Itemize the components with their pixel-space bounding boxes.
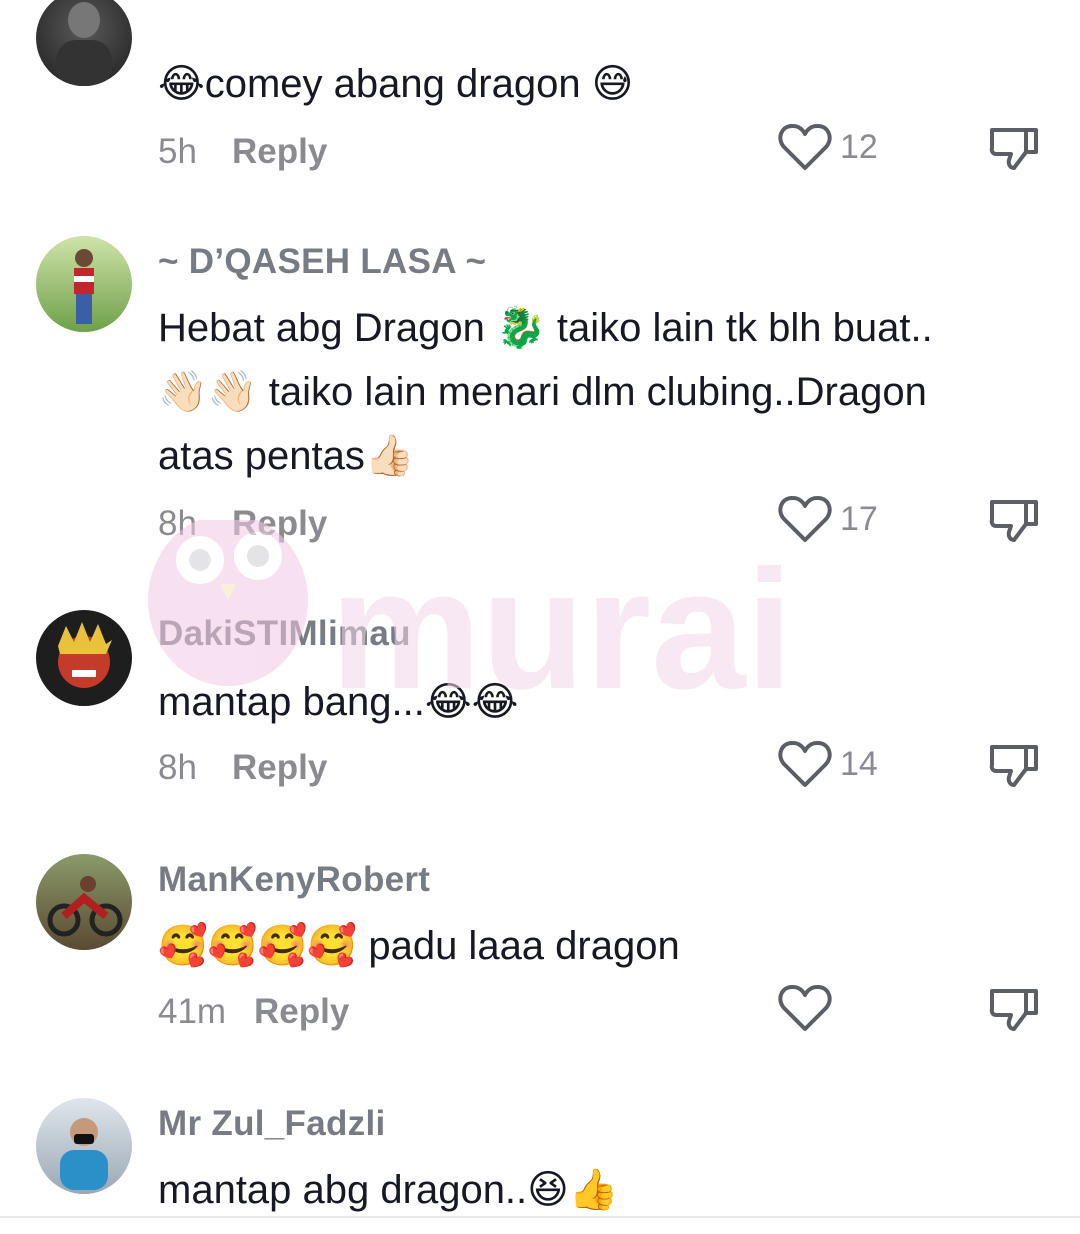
like-button[interactable] — [778, 983, 840, 1033]
like-button[interactable]: 17 — [778, 494, 878, 544]
avatar[interactable] — [36, 854, 132, 950]
divider — [0, 1216, 1080, 1218]
heart-outline-icon — [778, 985, 832, 1031]
comment-text: 😂comey abang dragon 😅 — [158, 62, 634, 106]
avatar-image — [58, 622, 112, 688]
comment-time: 5h — [158, 132, 197, 171]
thumbs-down-outline-icon — [989, 500, 1038, 542]
comment-username[interactable]: Mr Zul_Fadzli — [158, 1104, 386, 1144]
like-count: 12 — [840, 127, 878, 166]
reply-button[interactable]: Reply — [232, 748, 327, 788]
comment-text: Hebat abg Dragon 🐉 taiko lain tk blh bua… — [158, 306, 933, 478]
comment-time: 8h — [158, 504, 197, 543]
comment-username[interactable]: ManKenyRobert — [158, 860, 430, 900]
avatar[interactable] — [36, 236, 132, 332]
heart-outline-icon — [778, 124, 832, 170]
comment-text: mantap abg dragon..😆👍 — [158, 1168, 619, 1212]
dislike-button[interactable] — [988, 741, 1040, 794]
heart-outline-icon — [778, 741, 832, 787]
avatar[interactable] — [36, 1098, 132, 1194]
comment-text: mantap bang...😂😂 — [158, 680, 519, 724]
like-button[interactable]: 14 — [778, 739, 878, 789]
comment-username[interactable]: ~ D’QASEH LASA ~ — [158, 242, 486, 282]
like-count: 14 — [840, 744, 878, 783]
reply-button[interactable]: Reply — [232, 132, 327, 172]
reply-button[interactable]: Reply — [254, 992, 349, 1032]
reply-button[interactable]: Reply — [232, 504, 327, 544]
heart-outline-icon — [778, 496, 832, 542]
like-button[interactable]: 12 — [778, 122, 878, 172]
comment-time: 41m — [158, 992, 227, 1031]
comment-text: 🥰🥰🥰🥰 padu laaa dragon — [158, 924, 680, 968]
comment-time: 8h — [158, 748, 197, 787]
thumbs-down-outline-icon — [989, 745, 1038, 787]
avatar-image — [56, 2, 112, 86]
thumbs-down-outline-icon — [989, 989, 1038, 1031]
avatar[interactable] — [36, 610, 132, 706]
like-count: 17 — [840, 499, 878, 538]
avatar[interactable] — [36, 0, 132, 86]
dislike-button[interactable] — [988, 124, 1040, 177]
comment-username[interactable]: DakiSTIMlimau — [158, 614, 411, 654]
dislike-button[interactable] — [988, 985, 1040, 1038]
avatar-image — [47, 876, 123, 937]
thumbs-down-outline-icon — [989, 128, 1038, 170]
avatar-image — [60, 1118, 108, 1190]
dislike-button[interactable] — [988, 496, 1040, 549]
avatar-image — [74, 249, 94, 324]
